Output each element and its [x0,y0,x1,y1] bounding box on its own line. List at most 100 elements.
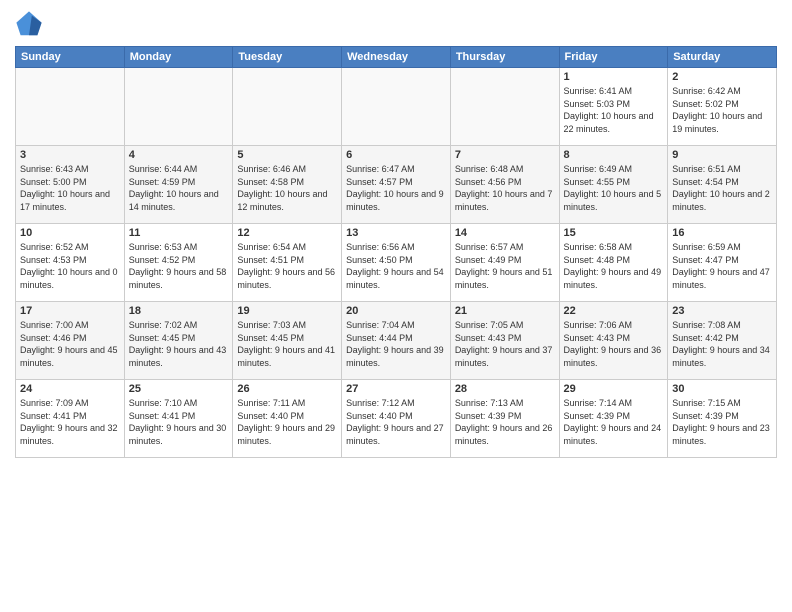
weekday-header-sunday: Sunday [16,47,125,68]
page: SundayMondayTuesdayWednesdayThursdayFrid… [0,0,792,612]
calendar-cell: 7Sunrise: 6:48 AM Sunset: 4:56 PM Daylig… [450,146,559,224]
weekday-header-tuesday: Tuesday [233,47,342,68]
logo [15,10,47,38]
day-info: Sunrise: 6:54 AM Sunset: 4:51 PM Dayligh… [237,241,337,291]
day-number: 4 [129,149,229,161]
day-number: 9 [672,149,772,161]
calendar-cell [16,68,125,146]
day-info: Sunrise: 6:46 AM Sunset: 4:58 PM Dayligh… [237,163,337,213]
day-info: Sunrise: 6:48 AM Sunset: 4:56 PM Dayligh… [455,163,555,213]
day-number: 13 [346,227,446,239]
calendar-week-1: 3 Sunrise: 6:43 AM Sunset: 5:00 PM Daylig… [16,146,777,224]
calendar-cell: 11 Sunrise: 6:53 AM Sunset: 4:52 PM Dayli… [124,224,233,302]
weekday-header-friday: Friday [559,47,668,68]
calendar-cell: 8Sunrise: 6:49 AM Sunset: 4:55 PM Daylig… [559,146,668,224]
calendar-cell [450,68,559,146]
day-info: Sunrise: 6:51 AM Sunset: 4:54 PM Dayligh… [672,163,772,213]
calendar-cell: 24 Sunrise: 7:09 AM Sunset: 4:41 PM Dayli… [16,380,125,458]
calendar-cell: 22 Sunrise: 7:06 AM Sunset: 4:43 PM Dayli… [559,302,668,380]
calendar-cell: 20Sunrise: 7:04 AM Sunset: 4:44 PM Dayli… [342,302,451,380]
calendar-cell: 4 Sunrise: 6:44 AM Sunset: 4:59 PM Daylig… [124,146,233,224]
day-info: Sunrise: 7:09 AM Sunset: 4:41 PM Dayligh… [20,397,120,447]
calendar-cell [124,68,233,146]
day-number: 12 [237,227,337,239]
day-number: 28 [455,383,555,395]
day-number: 6 [346,149,446,161]
calendar-cell: 30 Sunrise: 7:15 AM Sunset: 4:39 PM Dayli… [668,380,777,458]
day-info: Sunrise: 6:42 AM Sunset: 5:02 PM Dayligh… [672,85,772,135]
day-info: Sunrise: 6:47 AM Sunset: 4:57 PM Dayligh… [346,163,446,213]
calendar-cell: 16Sunrise: 6:59 AM Sunset: 4:47 PM Dayli… [668,224,777,302]
calendar-cell: 3 Sunrise: 6:43 AM Sunset: 5:00 PM Daylig… [16,146,125,224]
day-info: Sunrise: 7:04 AM Sunset: 4:44 PM Dayligh… [346,319,446,369]
day-number: 19 [237,305,337,317]
day-info: Sunrise: 7:12 AM Sunset: 4:40 PM Dayligh… [346,397,446,447]
day-info: Sunrise: 7:02 AM Sunset: 4:45 PM Dayligh… [129,319,229,369]
day-number: 27 [346,383,446,395]
calendar-cell: 14 Sunrise: 6:57 AM Sunset: 4:49 PM Dayli… [450,224,559,302]
day-info: Sunrise: 7:15 AM Sunset: 4:39 PM Dayligh… [672,397,772,447]
logo-icon [15,10,43,38]
calendar-cell: 28Sunrise: 7:13 AM Sunset: 4:39 PM Dayli… [450,380,559,458]
day-number: 23 [672,305,772,317]
day-number: 29 [564,383,664,395]
calendar-cell: 10 Sunrise: 6:52 AM Sunset: 4:53 PM Dayli… [16,224,125,302]
day-info: Sunrise: 7:14 AM Sunset: 4:39 PM Dayligh… [564,397,664,447]
day-info: Sunrise: 6:52 AM Sunset: 4:53 PM Dayligh… [20,241,120,291]
day-number: 10 [20,227,120,239]
day-number: 2 [672,71,772,83]
weekday-header-thursday: Thursday [450,47,559,68]
calendar-cell: 15 Sunrise: 6:58 AM Sunset: 4:48 PM Dayli… [559,224,668,302]
day-info: Sunrise: 6:44 AM Sunset: 4:59 PM Dayligh… [129,163,229,213]
calendar-week-3: 17 Sunrise: 7:00 AM Sunset: 4:46 PM Dayli… [16,302,777,380]
calendar-cell: 2 Sunrise: 6:42 AM Sunset: 5:02 PM Daylig… [668,68,777,146]
calendar-cell: 13Sunrise: 6:56 AM Sunset: 4:50 PM Dayli… [342,224,451,302]
day-number: 1 [564,71,664,83]
calendar-cell: 1 Sunrise: 6:41 AM Sunset: 5:03 PM Daylig… [559,68,668,146]
day-info: Sunrise: 6:59 AM Sunset: 4:47 PM Dayligh… [672,241,772,291]
day-info: Sunrise: 7:00 AM Sunset: 4:46 PM Dayligh… [20,319,120,369]
calendar-cell: 18 Sunrise: 7:02 AM Sunset: 4:45 PM Dayli… [124,302,233,380]
day-number: 22 [564,305,664,317]
calendar-week-2: 10 Sunrise: 6:52 AM Sunset: 4:53 PM Dayli… [16,224,777,302]
calendar-table: SundayMondayTuesdayWednesdayThursdayFrid… [15,46,777,458]
day-number: 24 [20,383,120,395]
calendar-cell: 26Sunrise: 7:11 AM Sunset: 4:40 PM Dayli… [233,380,342,458]
calendar-cell: 17 Sunrise: 7:00 AM Sunset: 4:46 PM Dayli… [16,302,125,380]
calendar-cell [233,68,342,146]
day-number: 30 [672,383,772,395]
day-info: Sunrise: 6:57 AM Sunset: 4:49 PM Dayligh… [455,241,555,291]
weekday-header-row: SundayMondayTuesdayWednesdayThursdayFrid… [16,47,777,68]
calendar-cell: 25 Sunrise: 7:10 AM Sunset: 4:41 PM Dayli… [124,380,233,458]
calendar-week-4: 24 Sunrise: 7:09 AM Sunset: 4:41 PM Dayli… [16,380,777,458]
day-info: Sunrise: 6:49 AM Sunset: 4:55 PM Dayligh… [564,163,664,213]
day-number: 26 [237,383,337,395]
day-number: 11 [129,227,229,239]
header [15,10,777,38]
weekday-header-wednesday: Wednesday [342,47,451,68]
calendar-cell: 21 Sunrise: 7:05 AM Sunset: 4:43 PM Dayli… [450,302,559,380]
calendar-week-0: 1 Sunrise: 6:41 AM Sunset: 5:03 PM Daylig… [16,68,777,146]
day-info: Sunrise: 7:10 AM Sunset: 4:41 PM Dayligh… [129,397,229,447]
day-number: 18 [129,305,229,317]
calendar-cell: 6 Sunrise: 6:47 AM Sunset: 4:57 PM Daylig… [342,146,451,224]
day-info: Sunrise: 6:43 AM Sunset: 5:00 PM Dayligh… [20,163,120,213]
day-number: 3 [20,149,120,161]
day-info: Sunrise: 6:53 AM Sunset: 4:52 PM Dayligh… [129,241,229,291]
day-info: Sunrise: 6:41 AM Sunset: 5:03 PM Dayligh… [564,85,664,135]
day-info: Sunrise: 7:05 AM Sunset: 4:43 PM Dayligh… [455,319,555,369]
calendar-cell: 12 Sunrise: 6:54 AM Sunset: 4:51 PM Dayli… [233,224,342,302]
day-info: Sunrise: 6:58 AM Sunset: 4:48 PM Dayligh… [564,241,664,291]
day-number: 14 [455,227,555,239]
day-number: 25 [129,383,229,395]
calendar-cell: 19Sunrise: 7:03 AM Sunset: 4:45 PM Dayli… [233,302,342,380]
day-number: 5 [237,149,337,161]
weekday-header-monday: Monday [124,47,233,68]
day-info: Sunrise: 7:08 AM Sunset: 4:42 PM Dayligh… [672,319,772,369]
calendar-cell: 29 Sunrise: 7:14 AM Sunset: 4:39 PM Dayli… [559,380,668,458]
day-info: Sunrise: 7:06 AM Sunset: 4:43 PM Dayligh… [564,319,664,369]
weekday-header-saturday: Saturday [668,47,777,68]
day-number: 21 [455,305,555,317]
day-number: 15 [564,227,664,239]
day-number: 17 [20,305,120,317]
